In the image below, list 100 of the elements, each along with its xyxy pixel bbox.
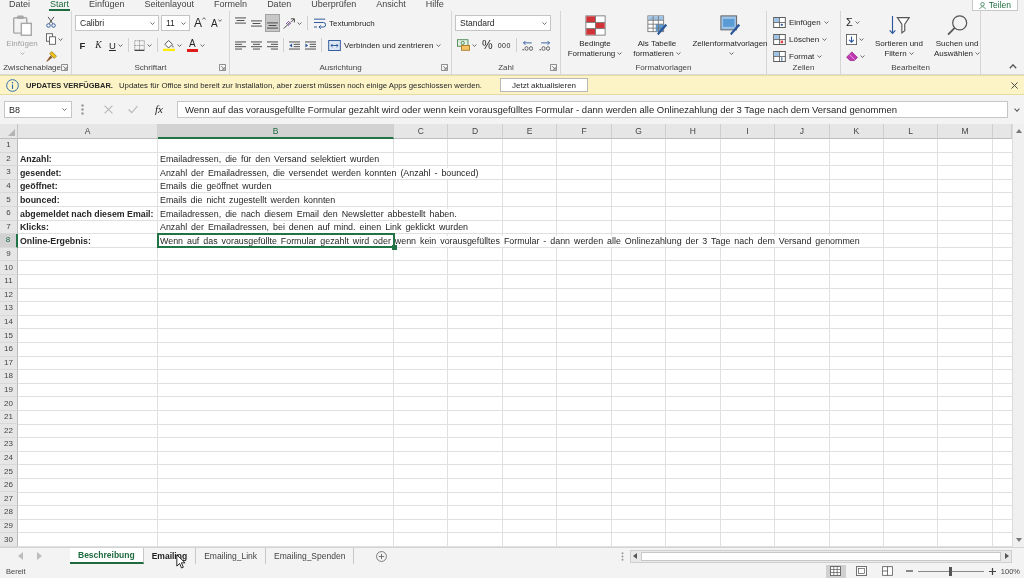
ribbon-tab[interactable]: Datei: [8, 0, 31, 11]
ribbon-tab[interactable]: Daten: [266, 0, 293, 11]
increase-font-size-button[interactable]: A: [192, 14, 208, 32]
row-header[interactable]: 23: [0, 438, 18, 452]
term-label: geöffnet:: [19, 181, 59, 193]
format-cells-button[interactable]: Format: [770, 48, 832, 64]
bold-button[interactable]: F: [75, 36, 90, 54]
dialog-launcher-icon[interactable]: [219, 63, 226, 71]
collapse-ribbon-icon[interactable]: [1009, 64, 1017, 69]
expand-icon[interactable]: [1014, 107, 1020, 112]
close-icon[interactable]: [1011, 81, 1018, 89]
italic-button[interactable]: K: [91, 36, 106, 54]
ribbon-tab[interactable]: Überprüfen: [310, 0, 358, 11]
number-format-dropdown[interactable]: Standard: [455, 15, 551, 31]
ribbon-tab[interactable]: Hilfe: [424, 0, 445, 11]
align-center-icon: [251, 40, 262, 50]
font-size-dropdown[interactable]: 11: [161, 15, 190, 31]
row-header[interactable]: 3: [0, 166, 18, 180]
row-header[interactable]: 30: [0, 533, 18, 547]
row-header[interactable]: 1: [0, 139, 18, 153]
ribbon-tab[interactable]: Ansicht: [375, 0, 407, 11]
font-color-button[interactable]: A: [184, 36, 207, 54]
merge-center-button[interactable]: Verbinden und zentrieren: [325, 36, 445, 54]
copy-button[interactable]: [44, 31, 65, 47]
insert-cells-button[interactable]: Einfügen: [770, 14, 832, 30]
column-header[interactable]: A: [18, 124, 158, 139]
column-header[interactable]: J: [775, 124, 830, 139]
align-bottom-button[interactable]: [265, 14, 280, 32]
row-header[interactable]: 13: [0, 302, 18, 316]
caret-icon: [908, 51, 914, 55]
ribbon-tab[interactable]: Einfügen: [88, 0, 126, 11]
selected-cell[interactable]: [157, 233, 395, 248]
vertical-scrollbar[interactable]: [1012, 124, 1024, 547]
scrollbar-thumb[interactable]: [641, 551, 1001, 561]
ribbon-tab[interactable]: Seitenlayout: [143, 0, 196, 11]
decrease-font-size-button[interactable]: A: [209, 14, 224, 32]
paint-bucket-icon: [162, 39, 175, 51]
cell-styles-button[interactable]: Zellenformatvorlagen: [688, 14, 772, 64]
row-header[interactable]: 27: [0, 492, 18, 507]
align-right-icon: [267, 40, 278, 50]
update-now-button[interactable]: Jetzt aktualisieren: [500, 78, 589, 92]
percent-button[interactable]: %: [480, 36, 495, 54]
dialog-launcher-icon[interactable]: [441, 63, 448, 71]
insert-cells-icon: [773, 16, 786, 28]
caret-icon: [150, 21, 155, 25]
column-header[interactable]: M: [938, 124, 993, 139]
row-header[interactable]: 25: [0, 465, 18, 479]
caret-icon: [675, 51, 681, 55]
column-header[interactable]: G: [611, 124, 667, 139]
sheet-tab[interactable]: Emailing_Spenden: [266, 548, 355, 564]
format-as-table-button[interactable]: Als Tabelle formatieren: [629, 14, 685, 64]
column-header[interactable]: F: [557, 124, 612, 139]
autosum-button[interactable]: Σ: [844, 14, 867, 30]
sheet-tab[interactable]: Beschreibung: [70, 548, 144, 564]
wrap-text-button[interactable]: Textumbruch: [311, 14, 378, 32]
clear-button[interactable]: [844, 48, 867, 64]
conditional-formatting-button[interactable]: Bedingte Formatierung: [564, 14, 626, 64]
column-header[interactable]: B: [158, 124, 394, 139]
column-header[interactable]: H: [666, 124, 721, 139]
normal-view-button[interactable]: [825, 564, 846, 578]
row-header[interactable]: 10: [0, 261, 18, 275]
zoom-in-icon[interactable]: [988, 567, 996, 575]
dialog-launcher-icon[interactable]: [550, 63, 557, 71]
column-header[interactable]: D: [448, 124, 503, 139]
name-box[interactable]: B8: [4, 101, 72, 118]
share-button[interactable]: Teilen: [971, 0, 1018, 11]
sort-filter-button[interactable]: Sortieren und Filtern: [870, 14, 928, 64]
fill-handle-icon[interactable]: [391, 244, 397, 250]
sheet-tab[interactable]: Emailing: [143, 548, 197, 564]
ribbon-tab[interactable]: Formeln: [213, 0, 249, 11]
delete-cells-button[interactable]: Löschen: [770, 31, 832, 47]
underline-button[interactable]: U: [107, 36, 125, 54]
column-header[interactable]: I: [720, 124, 776, 139]
row-header[interactable]: 8: [0, 234, 18, 248]
row-header[interactable]: 18: [0, 370, 18, 384]
row-header[interactable]: 15: [0, 329, 18, 343]
caret-icon: [181, 21, 186, 25]
slider-thumb[interactable]: [949, 566, 953, 576]
column-header[interactable]: E: [502, 124, 558, 139]
scroll-up-icon[interactable]: [1015, 129, 1022, 133]
sheet-tab[interactable]: Emailing_Link: [196, 548, 267, 564]
row-header[interactable]: 5: [0, 193, 18, 207]
accounting-format-button[interactable]: [455, 36, 479, 54]
add-sheet-icon[interactable]: [376, 550, 388, 562]
font-name-dropdown[interactable]: Calibri: [75, 15, 159, 31]
row-header[interactable]: 28: [0, 506, 18, 520]
row-header[interactable]: 22: [0, 424, 18, 439]
column-header[interactable]: K: [829, 124, 884, 139]
scroll-left-icon[interactable]: [633, 553, 637, 559]
horizontal-scrollbar[interactable]: [630, 549, 1012, 563]
insert-function-button[interactable]: fx: [153, 104, 165, 115]
column-header[interactable]: C: [394, 124, 449, 139]
row-header[interactable]: 20: [0, 397, 18, 411]
formula-field[interactable]: Wenn auf das vorausgefüllte Formular gezahlt wird oder wenn kein vorausgefülltes Formular - dann werden alle Onlinezahlung der 3 Tage nach dem Versand genommen: [176, 101, 1008, 118]
find-select-button[interactable]: Suchen und Auswählen: [931, 14, 983, 64]
dialog-launcher-icon[interactable]: [61, 63, 68, 71]
scroll-down-icon[interactable]: [1015, 538, 1022, 542]
scroll-right-icon[interactable]: [1005, 553, 1009, 559]
ribbon-tab[interactable]: Start: [49, 0, 71, 11]
column-header[interactable]: L: [883, 124, 939, 139]
